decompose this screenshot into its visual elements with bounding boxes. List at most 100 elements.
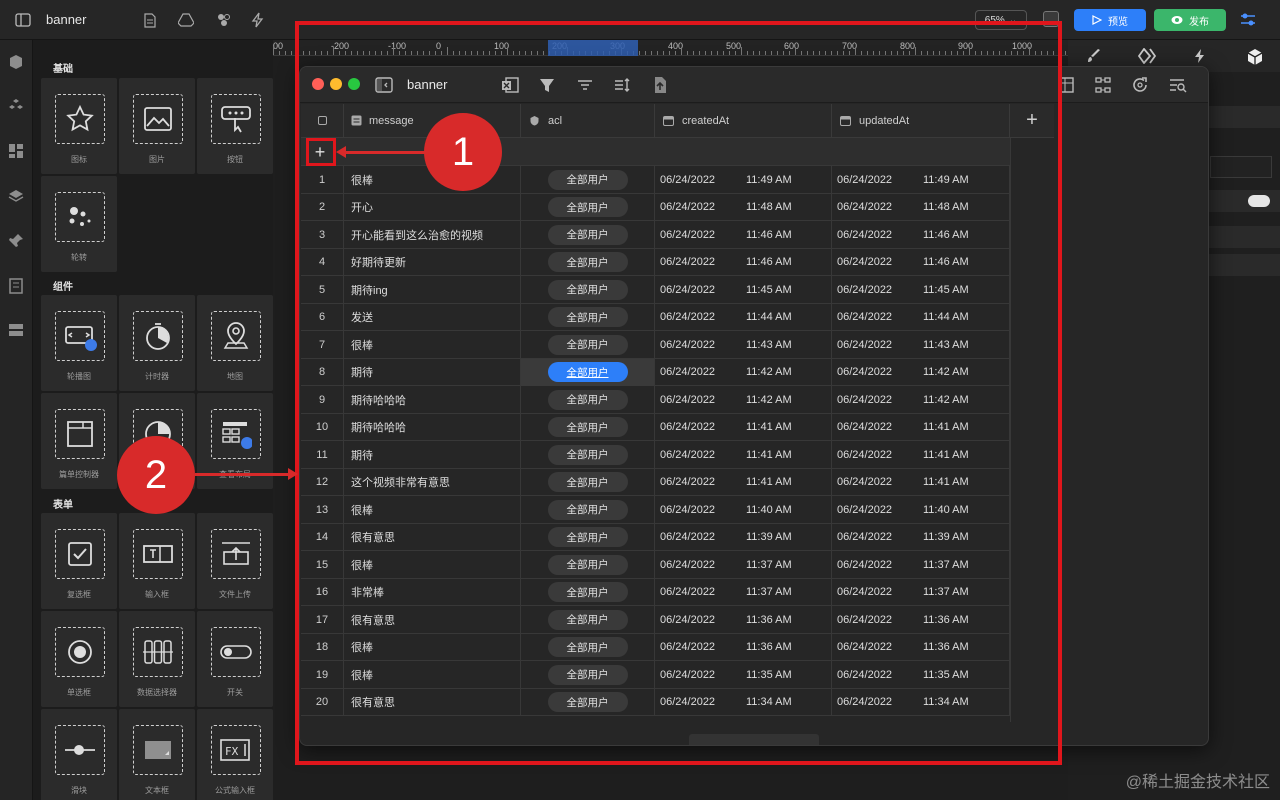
component-checkbox-tile[interactable]: 复选框 <box>41 513 117 609</box>
spinner-icon <box>55 192 105 242</box>
document-icon[interactable] <box>140 0 160 40</box>
step-badge-1: 1 <box>424 113 502 191</box>
textbox-icon <box>133 725 183 775</box>
data-picker-icon <box>133 627 183 677</box>
tile-label: 按钮 <box>227 155 243 164</box>
tile-label: 图标 <box>71 155 87 164</box>
tile-label: 计时器 <box>145 372 169 381</box>
component-icon-tile[interactable]: 图标 <box>41 78 117 174</box>
tile-label: 文件上传 <box>219 590 251 599</box>
publish-button[interactable]: 发布 <box>1154 9 1226 31</box>
section-basic-label: 基础 <box>53 64 73 75</box>
button-tap-icon <box>211 94 261 144</box>
component-data-picker-tile[interactable]: 数据选择器 <box>119 611 195 707</box>
component-textbox-tile[interactable]: 文本框 <box>119 709 195 800</box>
tile-label: 输入框 <box>145 590 169 599</box>
grid-icon[interactable] <box>8 322 24 338</box>
component-image-tile[interactable]: 图片 <box>119 78 195 174</box>
component-timer-tile[interactable]: 计时器 <box>119 295 195 391</box>
component-slider-tile[interactable]: 滑块 <box>41 709 117 800</box>
shapes-icon[interactable] <box>214 0 234 40</box>
component-map-tile[interactable]: 地图 <box>197 295 273 391</box>
package-icon[interactable] <box>1246 48 1263 65</box>
diamond-icon[interactable] <box>1137 47 1157 65</box>
add-row-highlight <box>306 138 336 166</box>
search-list-icon[interactable] <box>1168 75 1188 95</box>
switch-icon <box>211 627 261 677</box>
tile-label: 复选框 <box>67 590 91 599</box>
ruler-tick <box>279 51 280 55</box>
left-icon-rail <box>0 40 33 800</box>
ruler-tick <box>285 51 286 55</box>
view-layout-icon <box>211 409 261 459</box>
tile-label: 图片 <box>149 155 165 164</box>
property-toggle[interactable] <box>1248 195 1270 207</box>
svg-text:FX: FX <box>225 745 239 758</box>
eye-icon <box>1171 16 1183 24</box>
tile-label: 开关 <box>227 688 243 697</box>
preview-label: 预览 <box>1108 16 1128 28</box>
section-forms-label: 表单 <box>53 500 73 511</box>
tile-label: 地图 <box>227 372 243 381</box>
slider-icon <box>55 725 105 775</box>
tile-label: 单选框 <box>67 688 91 697</box>
tile-label: 篇单控制器 <box>59 470 99 479</box>
lightning-icon[interactable] <box>248 0 268 40</box>
pin-icon[interactable] <box>8 233 24 249</box>
component-spinner-tile[interactable]: 轮转 <box>41 176 117 272</box>
arrow-2-head <box>288 468 298 480</box>
ruler-tick <box>273 47 274 55</box>
radio-icon <box>55 627 105 677</box>
component-formula-input-tile[interactable]: FX 公式输入框 <box>197 709 273 800</box>
tile-label: 公式输入框 <box>215 786 255 795</box>
carousel-icon <box>55 311 105 361</box>
app-title: banner <box>46 12 87 27</box>
step-badge-2: 2 <box>117 436 195 514</box>
section-components-label: 组件 <box>53 282 73 293</box>
property-input[interactable] <box>1210 156 1272 178</box>
tile-label: 数据选择器 <box>137 688 177 697</box>
pages-icon[interactable] <box>8 278 24 294</box>
tile-label: 轮播图 <box>67 372 91 381</box>
drive-icon[interactable] <box>176 0 196 40</box>
component-switch-tile[interactable]: 开关 <box>197 611 273 707</box>
form-controller-icon <box>55 409 105 459</box>
component-file-upload-tile[interactable]: 文件上传 <box>197 513 273 609</box>
schema-icon[interactable] <box>1093 75 1113 95</box>
components-icon[interactable] <box>8 98 24 114</box>
tile-label: 文本框 <box>145 786 169 795</box>
preview-button[interactable]: 预览 <box>1074 9 1146 31</box>
component-radio-tile[interactable]: 单选框 <box>41 611 117 707</box>
arrow-1 <box>342 151 426 154</box>
tile-label: 轮转 <box>71 253 87 262</box>
component-input-tile[interactable]: 输入框 <box>119 513 195 609</box>
ruler-tick <box>1065 51 1066 55</box>
tile-label: 滑块 <box>71 786 87 795</box>
text-input-icon <box>133 529 183 579</box>
sliders-icon[interactable] <box>1238 10 1258 30</box>
upload-icon <box>211 529 261 579</box>
star-icon <box>55 94 105 144</box>
refresh-icon[interactable] <box>1130 75 1150 95</box>
ruler-tick <box>291 51 292 55</box>
brush-icon[interactable] <box>1086 48 1102 64</box>
arrow-2 <box>195 473 290 476</box>
cube-icon[interactable] <box>8 54 24 70</box>
layers-icon[interactable] <box>8 188 24 204</box>
bolt-icon[interactable] <box>1192 48 1208 64</box>
sidebar-toggle-icon[interactable] <box>12 0 34 40</box>
map-pin-icon <box>211 311 261 361</box>
component-button-tile[interactable]: 按钮 <box>197 78 273 174</box>
checkbox-icon <box>55 529 105 579</box>
watermark: @稀土掘金技术社区 <box>1125 774 1270 791</box>
component-form-controller-tile[interactable]: 篇单控制器 <box>41 393 117 489</box>
component-carousel-tile[interactable]: 轮播图 <box>41 295 117 391</box>
layout-icon[interactable] <box>8 143 24 159</box>
ruler-label: 00 <box>273 41 284 51</box>
arrow-1-head <box>336 146 346 158</box>
publish-label: 发布 <box>1189 16 1209 28</box>
image-icon <box>133 94 183 144</box>
formula-icon: FX <box>211 725 261 775</box>
component-panel: 基础 图标 图片 按钮 轮转 组件 轮播图 计时器 地图 篇单控制器 表单 复选… <box>33 40 273 800</box>
highlight-frame <box>295 21 1062 765</box>
